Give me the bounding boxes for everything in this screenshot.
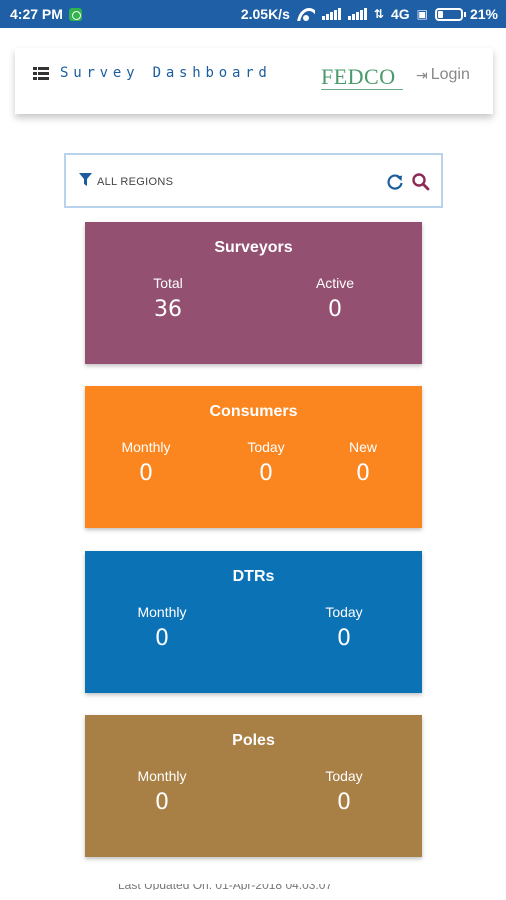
card-title: Surveyors [214,239,293,256]
stat-today: Today 0 [325,768,362,815]
status-time: 4:27 PM [10,6,63,22]
stat-total: Total 36 [153,275,183,322]
stat-today: Today 0 [325,604,362,651]
app-notification-icon [68,7,82,21]
stat-label: Total [153,275,183,291]
logo-text: FEDCO [321,64,396,89]
stat-active: Active 0 [316,275,354,322]
stat-label: Today [325,604,363,620]
card-title: DTRs [232,568,275,585]
stat-label: Today [247,439,285,455]
network-type: 4G [390,6,410,22]
data-transfer-icon: ⇅ [373,7,384,21]
stat-value: 0 [328,297,342,322]
wifi-icon [296,7,315,21]
poles-card[interactable]: Poles Monthly 0 Today 0 [85,715,422,857]
stat-new: New 0 [349,439,377,486]
stat-label: Monthly [121,439,171,455]
network-speed: 2.05K/s [240,6,290,22]
funnel-icon[interactable] [79,173,92,187]
region-filter[interactable]: ALL REGIONS [64,153,443,208]
list-icon[interactable] [33,67,49,80]
card-title: Poles [232,732,275,749]
last-updated-text: Last Updated On: 01-Apr-2018 04:03:07 [118,878,333,890]
stat-value: 0 [355,461,370,486]
sign-in-icon: ⇥ [416,66,428,83]
fedco-logo: FEDCO [321,66,403,96]
stat-value: 0 [336,626,351,651]
consumers-card[interactable]: Consumers Monthly 0 Today 0 New 0 [85,386,422,528]
card-title: Consumers [209,403,298,420]
signal-2-icon [347,8,367,20]
stat-value: 0 [139,461,153,486]
stat-label: Monthly [137,604,187,620]
status-bar: 4:27 PM 2.05K/s ⇅ 4G ▣ 21% [0,0,506,28]
signal-icon [321,8,341,20]
battery-icon [434,7,466,21]
stat-value: 0 [155,626,169,651]
stat-value: 0 [155,790,169,815]
app-header: Survey Dashboard FEDCO ⇥ Login [15,48,493,114]
stat-monthly: Monthly 0 [137,768,186,815]
stat-monthly: Monthly 0 [121,439,170,486]
refresh-icon[interactable] [386,173,404,191]
stat-value: 0 [258,461,273,486]
search-icon[interactable] [411,172,430,191]
login-button[interactable]: ⇥ Login [416,66,470,84]
stat-value: 36 [153,297,182,322]
stat-label: Monthly [137,768,187,784]
surveyors-card[interactable]: Surveyors Total 36 Active 0 [85,222,422,364]
stat-label: Today [325,768,363,784]
stat-today: Today 0 [247,439,284,486]
login-label: Login [430,66,470,83]
page-title: Survey Dashboard [60,65,272,81]
region-filter-label[interactable]: ALL REGIONS [97,176,173,188]
stat-label: Active [315,275,355,291]
battery-percent: 21% [469,6,498,22]
dtrs-card[interactable]: DTRs Monthly 0 Today 0 [85,551,422,693]
vibrate-icon: ▣ [416,7,428,21]
stat-label: New [348,439,378,455]
stat-value: 0 [336,790,351,815]
stat-monthly: Monthly 0 [137,604,186,651]
